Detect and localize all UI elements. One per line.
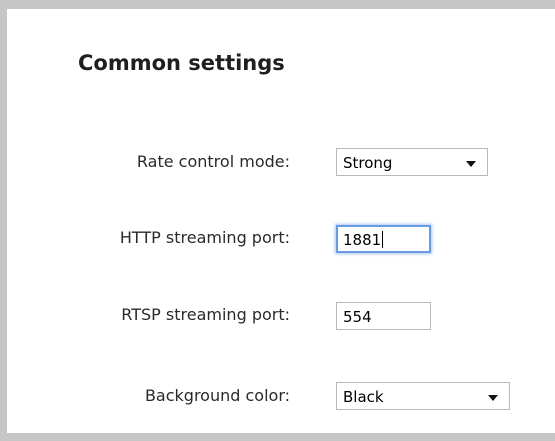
http-streaming-port-label: HTTP streaming port:	[119, 228, 290, 247]
rate-control-mode-value: Strong	[343, 154, 393, 172]
rate-control-mode-label: Rate control mode:	[136, 152, 290, 171]
chevron-down-icon	[466, 161, 476, 167]
text-caret	[382, 231, 384, 248]
http-streaming-port-input[interactable]: 1881	[336, 225, 431, 253]
background-color-select[interactable]: Black	[336, 382, 510, 410]
rtsp-streaming-port-input[interactable]: 554	[336, 302, 431, 330]
background-color-value: Black	[343, 388, 384, 406]
background-color-label: Background color:	[144, 386, 290, 405]
rate-control-mode-select[interactable]: Strong	[336, 148, 488, 176]
section-title: Common settings	[78, 51, 285, 75]
common-settings-panel: Common settings Rate control mode: Stron…	[0, 0, 555, 441]
chevron-down-icon	[488, 395, 498, 401]
http-streaming-port-value: 1881	[343, 231, 382, 249]
rtsp-streaming-port-value: 554	[343, 308, 372, 326]
rtsp-streaming-port-label: RTSP streaming port:	[121, 305, 290, 324]
